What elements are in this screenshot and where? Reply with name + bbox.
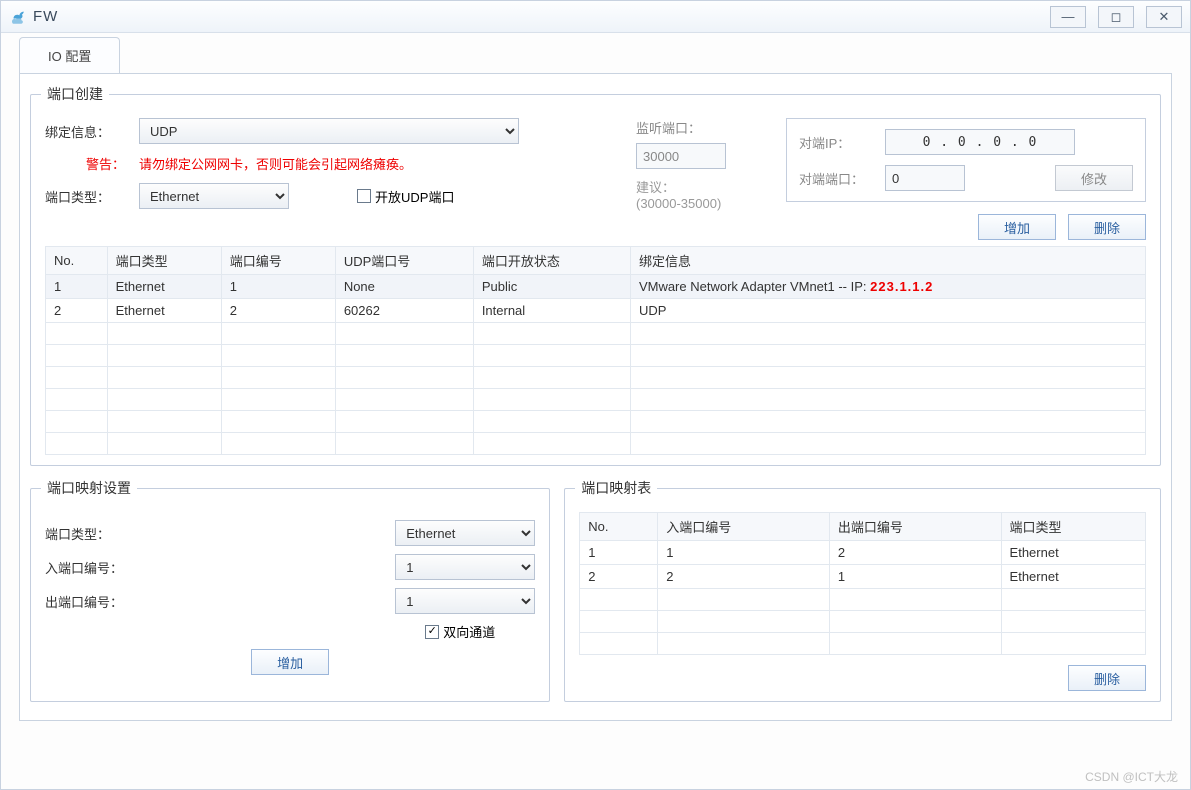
map-out-select[interactable]: 1 [395, 588, 535, 614]
bi-channel-label: 双向通道 [443, 622, 495, 641]
port-create-group: 端口创建 绑定信息： UDP 警告： 请勿绑定公网网卡，否则可能会引起网络瘫痪。 [30, 84, 1161, 466]
listen-port-input[interactable] [636, 143, 726, 169]
delete-port-button[interactable]: 删除 [1068, 214, 1146, 240]
warning-label: 警告： [53, 154, 125, 173]
window-controls: — ◻ ✕ [1050, 6, 1182, 28]
map-type-select[interactable]: Ethernet [395, 520, 535, 546]
tab-io-config[interactable]: IO 配置 [19, 37, 120, 73]
port-table[interactable]: No.端口类型端口编号UDP端口号端口开放状态绑定信息 1Ethernet1No… [45, 246, 1146, 455]
app-window: FW — ◻ ✕ IO 配置 端口创建 绑定信息： UDP [0, 0, 1191, 790]
peer-port-label: 对端端口： [799, 169, 875, 188]
delete-map-button[interactable]: 删除 [1068, 665, 1146, 691]
port-table-header[interactable]: 端口编号 [221, 247, 335, 275]
warning-text: 请勿绑定公网网卡，否则可能会引起网络瘫痪。 [139, 154, 412, 173]
bind-info-label: 绑定信息： [45, 122, 125, 141]
peer-box: 对端IP： 对端端口： 修改 [786, 118, 1146, 202]
table-row [580, 611, 1146, 633]
titlebar: FW — ◻ ✕ [1, 1, 1190, 33]
map-table-legend: 端口映射表 [575, 478, 657, 498]
map-settings-group: 端口映射设置 端口类型： Ethernet 入端口编号： 1 出端口编号： 1 [30, 478, 550, 702]
add-map-button[interactable]: 增加 [251, 649, 329, 675]
bind-ip-value: 223.1.1.2 [870, 279, 933, 294]
modify-button[interactable]: 修改 [1055, 165, 1133, 191]
table-row[interactable]: 221Ethernet [580, 565, 1146, 589]
advice-value: (30000-35000) [636, 196, 766, 211]
open-udp-label: 开放UDP端口 [375, 187, 454, 206]
bi-channel-checkbox[interactable]: ✓ 双向通道 [425, 622, 495, 641]
port-table-header[interactable]: 端口开放状态 [473, 247, 630, 275]
table-row [46, 345, 1146, 367]
map-in-select[interactable]: 1 [395, 554, 535, 580]
table-row [580, 589, 1146, 611]
minimize-button[interactable]: — [1050, 6, 1086, 28]
watermark: CSDN @ICT大龙 [1085, 768, 1178, 785]
port-table-header[interactable]: UDP端口号 [335, 247, 473, 275]
window-title: FW [33, 8, 58, 25]
tab-strip: IO 配置 [19, 37, 1190, 73]
port-table-header[interactable]: 绑定信息 [630, 247, 1145, 275]
port-type-label: 端口类型： [45, 187, 125, 206]
table-row [46, 433, 1146, 455]
checkmark-icon: ✓ [425, 625, 439, 639]
peer-ip-input[interactable] [885, 129, 1075, 155]
map-table-header[interactable]: 入端口编号 [658, 513, 830, 541]
maximize-button[interactable]: ◻ [1098, 6, 1134, 28]
peer-port-input[interactable] [885, 165, 965, 191]
map-table-header[interactable]: 出端口编号 [829, 513, 1001, 541]
map-table[interactable]: No.入端口编号出端口编号端口类型 112Ethernet221Ethernet [579, 512, 1146, 655]
map-in-label: 入端口编号： [45, 558, 155, 577]
content-panel: 端口创建 绑定信息： UDP 警告： 请勿绑定公网网卡，否则可能会引起网络瘫痪。 [19, 73, 1172, 721]
map-settings-legend: 端口映射设置 [41, 478, 137, 498]
table-row[interactable]: 1Ethernet1NonePublicVMware Network Adapt… [46, 275, 1146, 299]
checkbox-icon [357, 189, 371, 203]
listen-port-label: 监听端口： [636, 118, 766, 137]
table-row [580, 633, 1146, 655]
port-table-header[interactable]: No. [46, 247, 108, 275]
map-out-label: 出端口编号： [45, 592, 155, 611]
port-table-header[interactable]: 端口类型 [107, 247, 221, 275]
app-icon [9, 8, 27, 26]
table-row[interactable]: 112Ethernet [580, 541, 1146, 565]
table-row [46, 389, 1146, 411]
map-table-header[interactable]: 端口类型 [1001, 513, 1145, 541]
port-create-left: 绑定信息： UDP 警告： 请勿绑定公网网卡，否则可能会引起网络瘫痪。 端口类型… [45, 118, 616, 240]
table-row[interactable]: 2Ethernet260262InternalUDP [46, 299, 1146, 323]
peer-ip-label: 对端IP： [799, 133, 875, 152]
bind-info-select[interactable]: UDP [139, 118, 519, 144]
port-create-legend: 端口创建 [41, 84, 109, 104]
add-port-button[interactable]: 增加 [978, 214, 1056, 240]
open-udp-checkbox[interactable]: 开放UDP端口 [357, 187, 454, 206]
port-type-select[interactable]: Ethernet [139, 183, 289, 209]
advice-label: 建议： [636, 177, 766, 196]
close-button[interactable]: ✕ [1146, 6, 1182, 28]
map-table-header[interactable]: No. [580, 513, 658, 541]
map-type-label: 端口类型： [45, 524, 155, 543]
table-row [46, 411, 1146, 433]
table-row [46, 323, 1146, 345]
map-table-group: 端口映射表 No.入端口编号出端口编号端口类型 112Ethernet221Et… [564, 478, 1161, 702]
listen-block: 监听端口： 建议： (30000-35000) [636, 118, 766, 240]
table-row [46, 367, 1146, 389]
